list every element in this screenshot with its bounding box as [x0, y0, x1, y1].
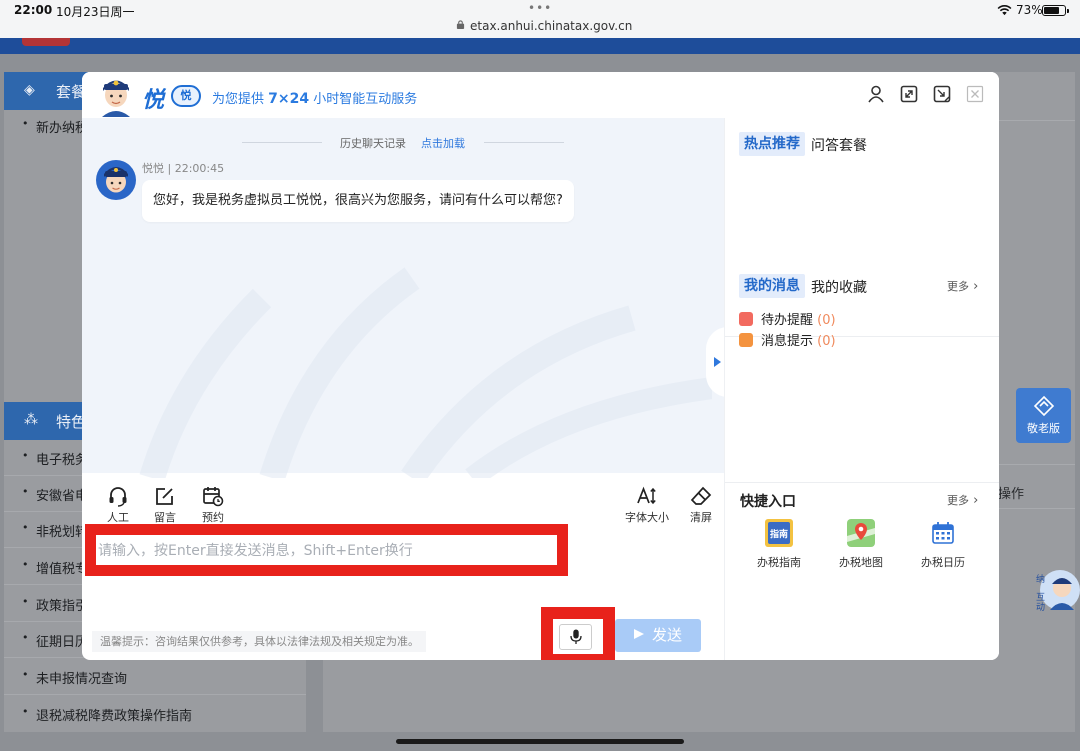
fullscreen-icon[interactable]: [899, 84, 919, 104]
list-item[interactable]: 未申报情况查询: [4, 659, 306, 695]
bell-icon: [739, 333, 753, 347]
browser-menu-dots[interactable]: •••: [528, 1, 552, 15]
svg-text:指南: 指南: [770, 528, 788, 540]
tax-guide-icon: 指南: [765, 519, 793, 547]
status-bar: 22:00 10月23日周一 ••• etax.anhui.chinatax.g…: [0, 0, 1080, 38]
disclaimer-tip: 温馨提示：咨询结果仅供参考，具体以法律法规及相关规定为准。: [92, 631, 426, 652]
send-button[interactable]: 发送: [615, 619, 701, 652]
dialog-header: 悦 悦 为您提供 7×24 小时智能互动服务: [82, 72, 999, 118]
quick-tax-guide[interactable]: 指南 办税指南: [747, 518, 811, 570]
voice-input-button[interactable]: [559, 624, 592, 650]
history-label: 历史聊天记录: [340, 137, 406, 150]
map-pin-icon: [847, 519, 875, 547]
wheat-watermark-icon: [139, 267, 712, 478]
font-size-icon: [637, 486, 656, 505]
message-sender-time: 悦悦 | 22:00:45: [142, 162, 225, 175]
svg-text:纳: 纳: [1036, 573, 1045, 585]
chat-input[interactable]: [96, 537, 554, 564]
edit-icon: [156, 488, 173, 505]
message-notice[interactable]: 消息提示 (0): [739, 330, 836, 349]
handshake-icon: [1033, 395, 1054, 417]
address-url[interactable]: etax.anhui.chinatax.gov.cn: [470, 19, 632, 33]
quick-tax-calendar[interactable]: 办税日历: [911, 518, 975, 570]
floating-assistant-avatar[interactable]: 纳 互 动: [1032, 566, 1080, 614]
clear-screen-button[interactable]: 清屏: [676, 485, 726, 525]
quick-tax-map[interactable]: 办税地图: [829, 518, 893, 570]
quick-entry-title: 快捷入口: [740, 494, 796, 510]
tab-hot-recommend[interactable]: 热点推荐: [739, 132, 805, 156]
minimize-icon[interactable]: [932, 84, 952, 104]
calendar-clock-icon: [203, 487, 224, 507]
side-divider: [725, 482, 999, 483]
tab-my-messages[interactable]: 我的消息: [739, 274, 805, 298]
service-slogan: 为您提供 7×24 小时智能互动服务: [212, 91, 418, 107]
messages-more-link[interactable]: 更多: [947, 278, 978, 294]
svg-text:动: 动: [1036, 602, 1045, 613]
list-item[interactable]: 退税减税降费政策操作指南: [4, 696, 306, 732]
font-size-button[interactable]: 字体大小: [622, 485, 672, 525]
side-panel: 热点推荐 问答套餐 我的消息 我的收藏 更多 待办提醒 (0) 消息提示 (0)…: [724, 118, 999, 660]
human-agent-button[interactable]: 人工: [93, 485, 143, 525]
clock-icon: [739, 312, 753, 326]
load-history-link[interactable]: 点击加载: [421, 135, 465, 151]
grid-icon: ⁂: [24, 412, 38, 428]
assistant-dialog: 悦 悦 为您提供 7×24 小时智能互动服务 历史聊天记录 点击加载 悦悦 | …: [82, 72, 999, 660]
wifi-icon: [997, 5, 1012, 16]
battery-percent: 73%: [1016, 3, 1043, 17]
layers-icon: ◈: [24, 82, 35, 98]
eraser-icon: [690, 486, 712, 505]
assistant-logo-avatar: [102, 80, 130, 117]
tab-qa-package[interactable]: 问答套餐: [811, 135, 867, 155]
close-icon[interactable]: [965, 84, 985, 104]
battery-icon: [1042, 5, 1069, 16]
tab-my-favorites[interactable]: 我的收藏: [811, 277, 867, 297]
leave-message-button[interactable]: 留言: [140, 485, 190, 525]
quick-more-link[interactable]: 更多: [947, 492, 978, 508]
todo-reminder[interactable]: 待办提醒 (0): [739, 309, 836, 328]
status-time: 22:00: [14, 3, 53, 17]
site-header: [0, 38, 1080, 54]
assistant-logo-badge: 悦: [171, 85, 201, 107]
lock-icon: [456, 20, 465, 29]
home-indicator[interactable]: [396, 739, 684, 744]
bot-avatar: [96, 160, 136, 200]
user-icon[interactable]: [866, 84, 886, 104]
chat-area[interactable]: 历史聊天记录 点击加载 悦悦 | 22:00:45 您好，我是税务虚拟员工悦悦，…: [82, 118, 724, 478]
calendar-icon: [932, 522, 954, 544]
status-date: 10月23日周一: [56, 5, 135, 19]
svg-text:互: 互: [1036, 592, 1045, 603]
background-link[interactable]: 操作: [998, 483, 1024, 502]
history-divider: 历史聊天记录 点击加载: [82, 135, 724, 151]
send-arrow-icon: [633, 629, 644, 639]
appointment-button[interactable]: 预约: [188, 485, 238, 525]
microphone-icon: [570, 629, 582, 644]
headset-icon: [109, 487, 127, 507]
assistant-logo-text: 悦: [142, 88, 165, 113]
bot-message: 您好，我是税务虚拟员工悦悦，很高兴为您服务，请问有什么可以帮您?: [142, 180, 574, 222]
elder-mode-button[interactable]: 敬老版: [1016, 388, 1071, 443]
site-logo: [22, 38, 70, 46]
